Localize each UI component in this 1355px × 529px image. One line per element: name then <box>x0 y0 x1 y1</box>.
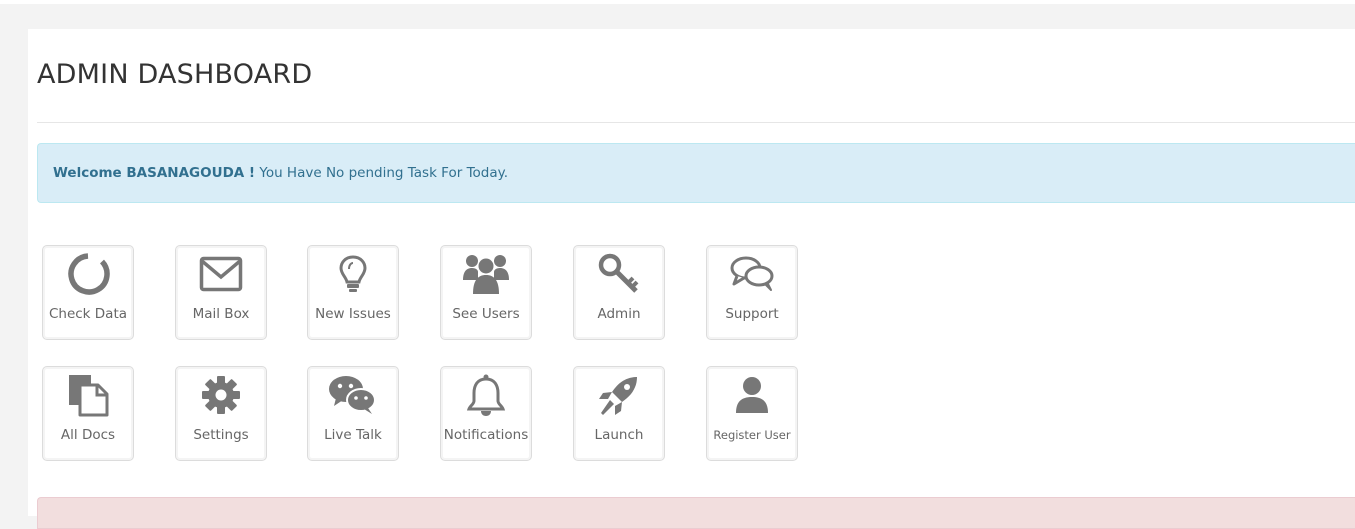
danger-alert <box>37 497 1355 529</box>
chat-bubbles-icon <box>707 251 797 297</box>
see-users-button[interactable]: See Users <box>440 245 532 340</box>
bell-icon <box>441 372 531 418</box>
title-divider <box>37 122 1355 123</box>
circle-notch-icon <box>43 251 133 297</box>
documents-icon <box>43 372 133 418</box>
settings-button[interactable]: Settings <box>175 366 267 461</box>
notifications-button[interactable]: Notifications <box>440 366 532 461</box>
welcome-username: Welcome BASANAGOUDA ! <box>53 165 256 181</box>
rocket-icon <box>574 372 664 418</box>
wechat-icon <box>308 372 398 418</box>
welcome-message: You Have No pending Task For Today. <box>255 165 508 181</box>
user-icon <box>707 372 797 418</box>
launch-button[interactable]: Launch <box>573 366 665 461</box>
new-issues-button[interactable]: New Issues <box>307 245 399 340</box>
tile-label: See Users <box>452 306 520 322</box>
live-talk-button[interactable]: Live Talk <box>307 366 399 461</box>
tile-label: Register User <box>713 428 791 442</box>
support-button[interactable]: Support <box>706 245 798 340</box>
tile-label: Mail Box <box>192 306 250 322</box>
users-icon <box>441 251 531 297</box>
admin-button[interactable]: Admin <box>573 245 665 340</box>
tile-label: Settings <box>193 427 249 443</box>
tile-label: Support <box>725 306 779 322</box>
tile-label: New Issues <box>315 306 391 322</box>
tile-label: Check Data <box>48 306 128 322</box>
tile-label: Admin <box>597 306 641 322</box>
register-user-button[interactable]: Register User <box>706 366 798 461</box>
dashboard-panel: ADMIN DASHBOARD Welcome BASANAGOUDA ! Yo… <box>28 29 1355 529</box>
key-icon <box>574 251 664 297</box>
top-strip <box>0 0 1355 4</box>
mail-box-button[interactable]: Mail Box <box>175 245 267 340</box>
gear-icon <box>176 372 266 418</box>
tile-label: Launch <box>594 427 644 443</box>
tile-label: Notifications <box>443 427 529 443</box>
tile-label: Live Talk <box>324 427 382 443</box>
page-title: ADMIN DASHBOARD <box>37 59 313 90</box>
tile-label: All Docs <box>60 427 116 443</box>
lightbulb-icon <box>308 251 398 297</box>
welcome-alert: Welcome BASANAGOUDA ! You Have No pendin… <box>37 143 1355 203</box>
envelope-icon <box>176 251 266 297</box>
all-docs-button[interactable]: All Docs <box>42 366 134 461</box>
check-data-button[interactable]: Check Data <box>42 245 134 340</box>
